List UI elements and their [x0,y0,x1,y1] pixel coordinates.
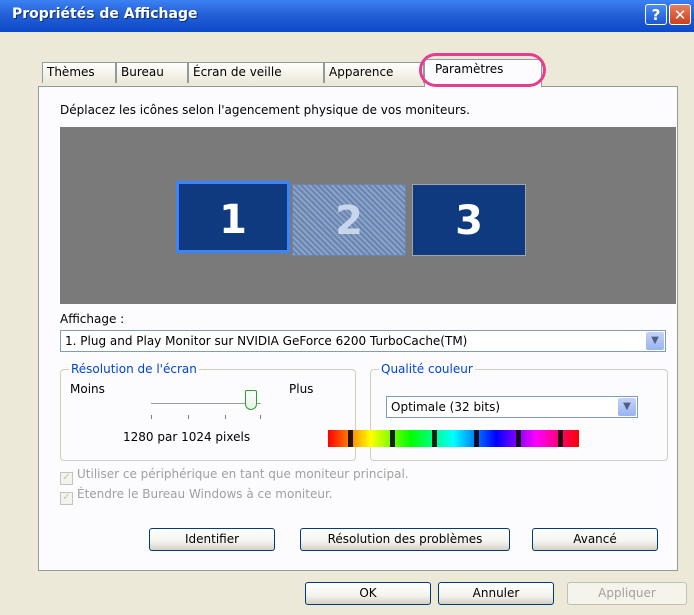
window-title: Propriétés de Affichage [12,6,198,22]
resolution-less-label: Moins [70,382,105,396]
chevron-down-icon: ▼ [646,332,664,350]
display-select[interactable]: 1. Plug and Play Monitor sur NVIDIA GeFo… [60,330,666,352]
color-quality-value: Optimale (32 bits) [391,400,501,414]
tab-desktop[interactable]: Bureau [116,62,188,83]
checkbox-icon: ✓ [60,472,73,485]
settings-panel: Déplacez les icônes selon l'agencement p… [38,86,678,571]
close-icon: ✕ [673,6,687,24]
apply-button[interactable]: Appliquer [567,582,687,605]
resolution-more-label: Plus [289,382,314,396]
cancel-button[interactable]: Annuler [438,582,554,605]
ok-button[interactable]: OK [305,582,431,605]
chevron-down-icon: ▼ [618,398,636,416]
troubleshoot-button[interactable]: Résolution des problèmes [300,528,510,551]
slider-tick [260,415,261,419]
resolution-legend: Résolution de l'écran [69,362,199,376]
resolution-value: 1280 par 1024 pixels [123,430,251,444]
color-spectrum-bar [328,430,579,447]
checkbox-icon: ✓ [60,492,73,505]
highlight-circle [419,53,546,87]
display-properties-window: Propriétés de Affichage ? ✕ Thèmes Burea… [0,0,694,615]
title-bar[interactable]: Propriétés de Affichage ? ✕ [0,0,694,32]
help-button[interactable]: ? [645,4,667,25]
tab-screensaver[interactable]: Écran de veille [188,62,324,83]
color-quality-legend: Qualité couleur [379,362,475,376]
resolution-group: Résolution de l'écran Moins Plus 1280 pa… [60,362,356,461]
slider-tick [151,415,152,419]
monitor-layout-area[interactable]: 1 2 3 [60,127,676,304]
monitor-1[interactable]: 1 [176,181,290,253]
identify-button[interactable]: Identifier [149,528,275,551]
color-quality-select[interactable]: Optimale (32 bits) ▼ [386,396,638,418]
monitor-3[interactable]: 3 [412,184,526,256]
slider-tick [225,415,226,419]
tab-themes[interactable]: Thèmes [42,62,116,83]
primary-monitor-checkbox[interactable]: ✓ Utiliser ce périphérique en tant que mo… [60,467,409,485]
resolution-slider-thumb[interactable] [245,390,257,410]
extend-desktop-label: Étendre le Bureau Windows à ce moniteur. [77,487,333,501]
tab-appearance[interactable]: Apparence [324,62,424,83]
extend-desktop-checkbox[interactable]: ✓ Étendre le Bureau Windows à ce moniteur… [60,487,333,505]
display-select-value: 1. Plug and Play Monitor sur NVIDIA GeFo… [65,334,468,348]
instruction-text: Déplacez les icônes selon l'agencement p… [60,103,470,117]
slider-tick [188,415,189,419]
advanced-button[interactable]: Avancé [532,528,658,551]
monitor-2[interactable]: 2 [292,184,406,256]
display-label: Affichage : [60,312,125,326]
close-button[interactable]: ✕ [669,4,691,25]
help-icon: ? [651,6,661,24]
primary-monitor-label: Utiliser ce périphérique en tant que mon… [77,467,409,481]
tab-strip: Thèmes Bureau Écran de veille Apparence … [0,34,694,87]
